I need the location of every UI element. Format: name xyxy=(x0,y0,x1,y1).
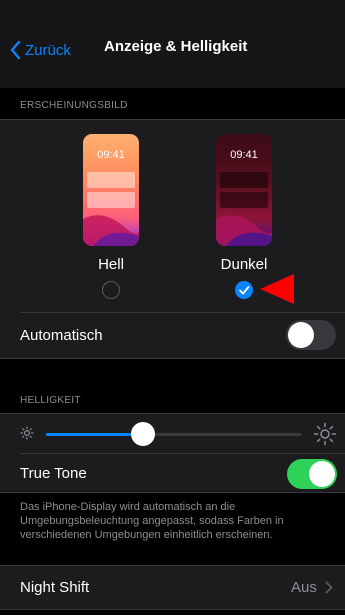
back-button[interactable]: Zurück xyxy=(10,40,71,60)
appearance-panel: 09:41 Hell 09:41 Dunkel Automatisch xyxy=(0,119,345,359)
page-title: Anzeige & Helligkeit xyxy=(104,38,248,55)
night-shift-label: Night Shift xyxy=(20,579,90,596)
divider xyxy=(20,312,345,313)
navigation-bar: Zurück Anzeige & Helligkeit xyxy=(0,0,345,88)
light-radio[interactable] xyxy=(102,281,120,299)
divider xyxy=(0,565,345,566)
toggle-knob xyxy=(309,461,335,487)
back-label: Zurück xyxy=(25,41,71,59)
true-tone-description: Das iPhone-Display wird automatisch an d… xyxy=(20,501,284,541)
divider xyxy=(0,609,345,610)
dark-label: Dunkel xyxy=(220,256,268,273)
light-preview: 09:41 xyxy=(83,134,139,246)
section-header-brightness: HELLIGKEIT xyxy=(20,395,81,406)
chevron-right-icon xyxy=(325,581,333,594)
slider-thumb[interactable] xyxy=(131,422,155,446)
night-shift-panel: Night Shift Aus xyxy=(0,565,345,610)
night-shift-value: Aus xyxy=(291,579,317,596)
chevron-left-icon xyxy=(10,41,21,59)
section-header-appearance: ERSCHEINUNGSBILD xyxy=(20,100,128,111)
divider xyxy=(0,492,345,493)
automatic-label: Automatisch xyxy=(20,327,103,344)
dark-wallpaper-shape xyxy=(216,215,272,246)
light-label: Hell xyxy=(98,256,124,273)
dark-radio-selected[interactable] xyxy=(235,281,253,299)
sun-large-icon xyxy=(313,422,337,446)
divider xyxy=(0,358,345,359)
divider xyxy=(0,119,345,120)
slider-fill xyxy=(46,433,143,436)
red-arrow-icon xyxy=(260,274,294,304)
brightness-slider[interactable] xyxy=(46,422,302,446)
automatic-toggle[interactable] xyxy=(286,320,336,350)
checkmark-icon xyxy=(239,286,250,295)
toggle-knob xyxy=(288,322,314,348)
dark-preview: 09:41 xyxy=(216,134,272,246)
true-tone-toggle[interactable] xyxy=(287,459,337,489)
sun-small-icon xyxy=(20,426,34,440)
divider xyxy=(20,453,345,454)
divider xyxy=(0,413,345,414)
light-wallpaper-shape xyxy=(83,215,139,246)
brightness-panel: True Tone xyxy=(0,413,345,493)
true-tone-label: True Tone xyxy=(20,465,87,482)
